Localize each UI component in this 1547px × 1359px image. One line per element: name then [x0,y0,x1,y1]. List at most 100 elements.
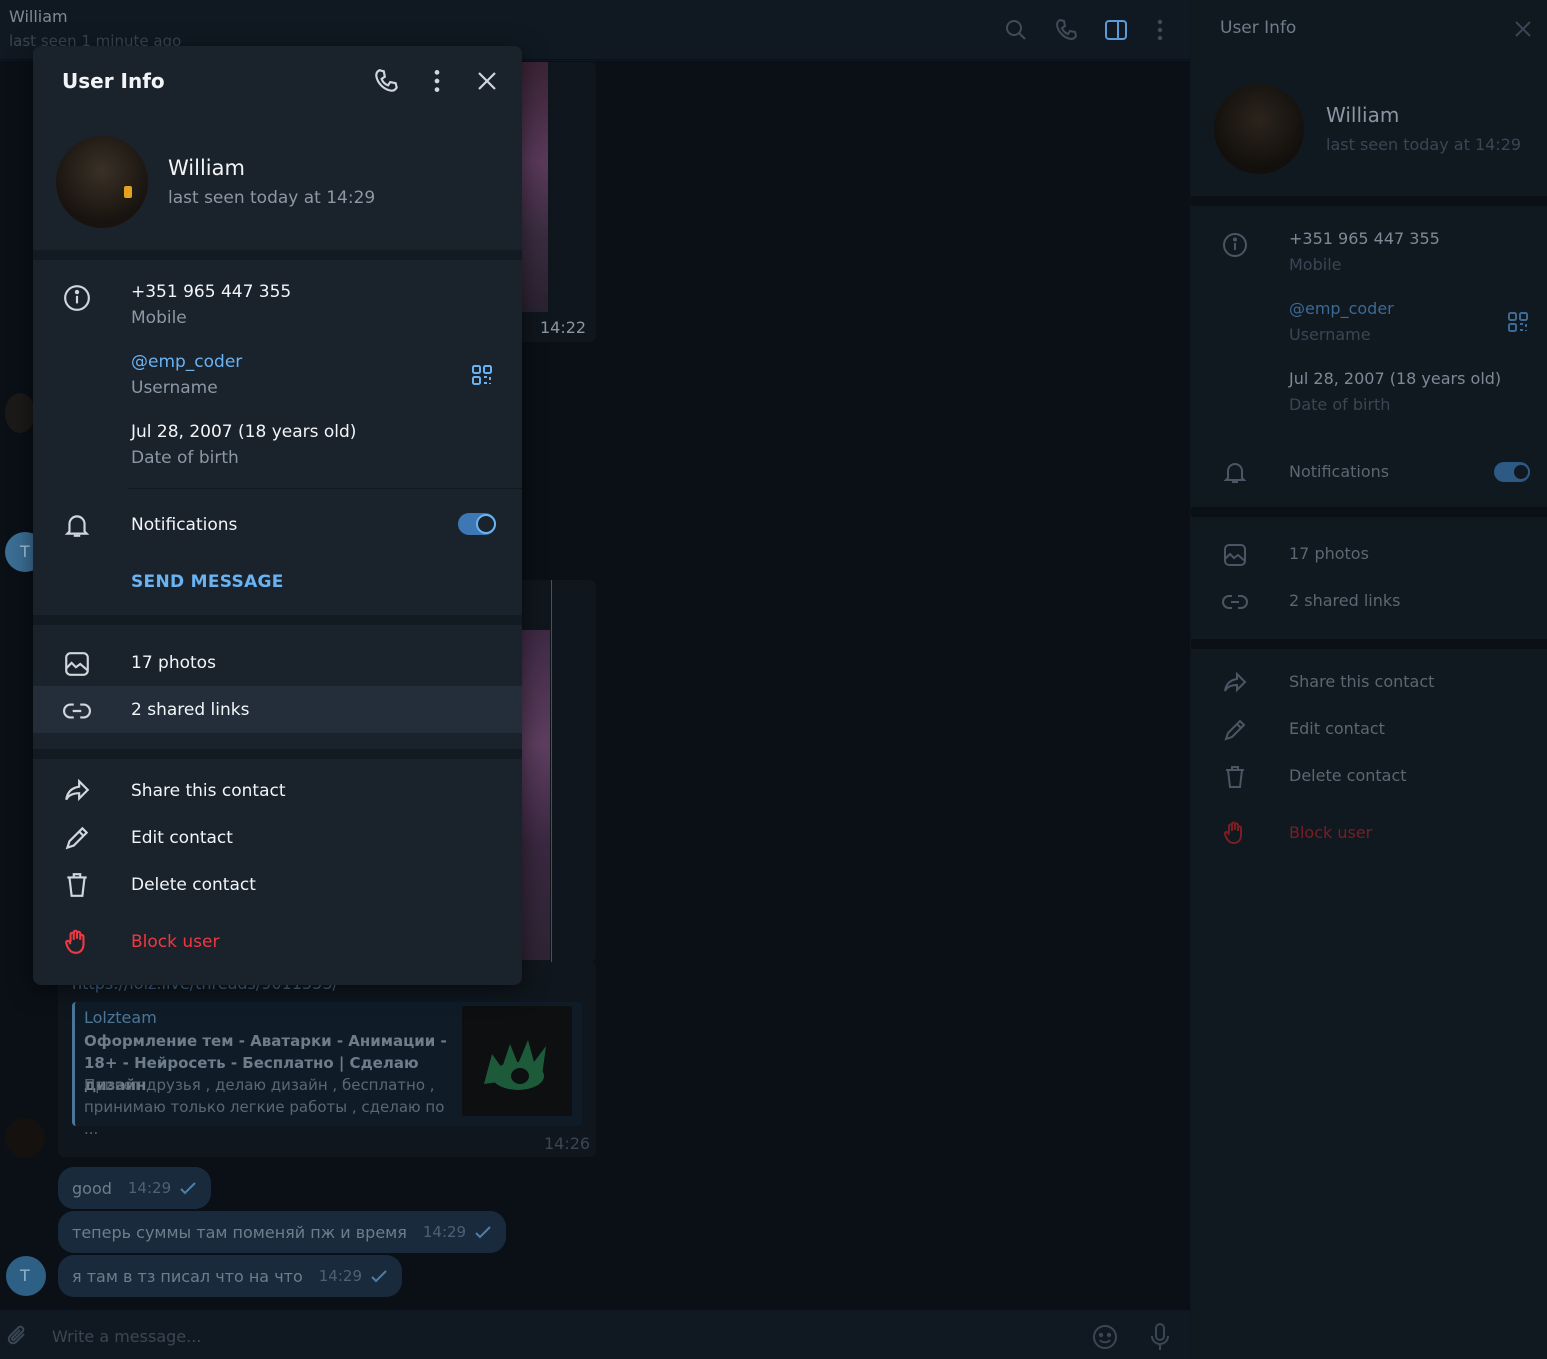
chat-title[interactable]: William [9,7,68,26]
sidebar-title: User Info [1220,18,1297,38]
search-icon[interactable] [1003,17,1029,43]
contact-name: William [168,156,245,180]
message-input[interactable]: Write a message... [52,1327,201,1346]
hand-stop-icon [1222,820,1248,846]
divider [1191,196,1547,206]
birthday: Jul 28, 2007 (18 years old) [131,422,357,442]
username[interactable]: @emp_coder [131,352,242,372]
sidebar-shared-links[interactable]: 2 shared links [1289,591,1401,610]
avatar[interactable] [1214,84,1304,174]
phone-icon[interactable] [1054,17,1080,43]
sidebar-toggle-icon[interactable] [1103,17,1129,43]
phone-number[interactable]: +351 965 447 355 [131,282,291,302]
message-bubble[interactable]: теперь суммы там поменяй пж и время 14:2… [58,1211,507,1253]
media-thumbnail [522,630,550,960]
media-thumbnail [522,62,548,312]
sidebar-phone-label: Mobile [1289,255,1342,274]
delete-contact-item[interactable]: Delete contact [131,875,256,895]
qr-code-icon[interactable] [471,364,493,386]
sidebar-delete-contact[interactable]: Delete contact [1289,766,1407,785]
info-icon [63,284,91,312]
avatar[interactable] [56,136,148,228]
message-time: 14:26 [544,1134,591,1153]
link-preview[interactable]: Lolzteam Оформление тем - Аватарки - Ани… [72,1002,582,1138]
message-time: 14:29 [318,1267,362,1285]
contact-status: last seen today at 14:29 [168,188,376,208]
share-contact-item[interactable]: Share this contact [131,781,286,801]
media-message[interactable] [510,580,596,962]
check-icon [179,1181,197,1195]
link-preview-description: Привет друзья , делаю дизайн , бесплатно… [84,1076,445,1138]
shared-links-row[interactable] [33,686,522,733]
avatar[interactable] [5,1118,45,1158]
sidebar-notifications-label: Notifications [1289,462,1390,481]
photo-icon [63,650,91,678]
phone-label: Mobile [131,308,187,328]
sidebar-username-label: Username [1289,325,1371,344]
send-message-button[interactable]: SEND MESSAGE [131,572,284,592]
message-bubble[interactable]: я там в тз писал что на что 14:29 [58,1255,402,1297]
message-time: 14:22 [540,318,587,337]
check-icon [370,1269,388,1283]
message-bubble[interactable]: good 14:29 [58,1167,212,1209]
block-user-item[interactable]: Block user [131,932,219,952]
avatar[interactable] [5,393,35,433]
birthday-label: Date of birth [131,448,239,468]
attach-icon[interactable] [5,1323,31,1349]
message-time: 14:29 [422,1223,467,1241]
divider [1191,507,1547,517]
share-icon [1222,670,1248,696]
sidebar-photos[interactable]: 17 photos [1289,544,1369,563]
close-icon[interactable] [473,67,501,95]
sidebar-birthday: Jul 28, 2007 (18 years old) [1289,369,1502,388]
bell-icon [1222,459,1248,485]
close-icon[interactable] [1512,18,1534,40]
message-text: теперь суммы там поменяй пж и время [72,1222,407,1242]
dialog-title: User Info [62,69,165,93]
check-icon [474,1225,492,1239]
divider [33,749,522,759]
microphone-icon[interactable] [1147,1322,1173,1352]
more-vertical-icon[interactable] [423,67,451,95]
edit-contact-item[interactable]: Edit contact [131,828,233,848]
shared-links-item[interactable]: 2 shared links [131,700,249,720]
link-preview-image [462,1006,572,1116]
avatar-initial: T [20,1266,30,1285]
phone-icon[interactable] [373,67,401,95]
message-text: good [72,1178,112,1198]
avatar-initial: T [20,542,30,561]
lolzteam-logo-icon [484,1040,546,1090]
divider [128,488,522,489]
photo-icon [1222,542,1248,568]
divider [551,580,552,962]
divider [33,615,522,625]
notifications-toggle[interactable] [458,513,496,535]
username-label: Username [131,378,218,398]
share-icon [63,777,91,805]
user-info-dialog: User Info William last seen today at 14:… [33,46,522,985]
bell-icon [63,511,91,539]
emoji-icon[interactable] [1091,1323,1119,1351]
photos-item[interactable]: 17 photos [131,653,216,673]
more-vertical-icon[interactable] [1147,17,1173,43]
sidebar-edit-contact[interactable]: Edit contact [1289,719,1385,738]
qr-code-icon[interactable] [1507,311,1529,333]
sidebar-phone[interactable]: +351 965 447 355 [1289,229,1440,248]
sidebar-contact-name: William [1326,103,1400,127]
sidebar-username[interactable]: @emp_coder [1289,299,1394,318]
message-time: 14:29 [127,1179,172,1197]
link-preview-site: Lolzteam [84,1008,157,1027]
link-message[interactable]: https://lolz.live/threads/9011553/ Lolzt… [58,962,596,1157]
sidebar-notifications-toggle[interactable] [1494,462,1530,482]
telegram-window: William last seen 1 minute ago 14:22 T h… [0,0,1547,1359]
divider [1191,639,1547,649]
message-text: я там в тз писал что на что [72,1266,303,1286]
info-icon [1222,232,1248,258]
divider [33,250,522,260]
trash-icon [63,871,91,899]
sidebar-block-user[interactable]: Block user [1289,823,1372,842]
pencil-icon [63,824,91,852]
media-message[interactable]: 14:22 [510,62,596,342]
sidebar-contact-status: last seen today at 14:29 [1326,135,1522,154]
sidebar-share-contact[interactable]: Share this contact [1289,672,1434,691]
